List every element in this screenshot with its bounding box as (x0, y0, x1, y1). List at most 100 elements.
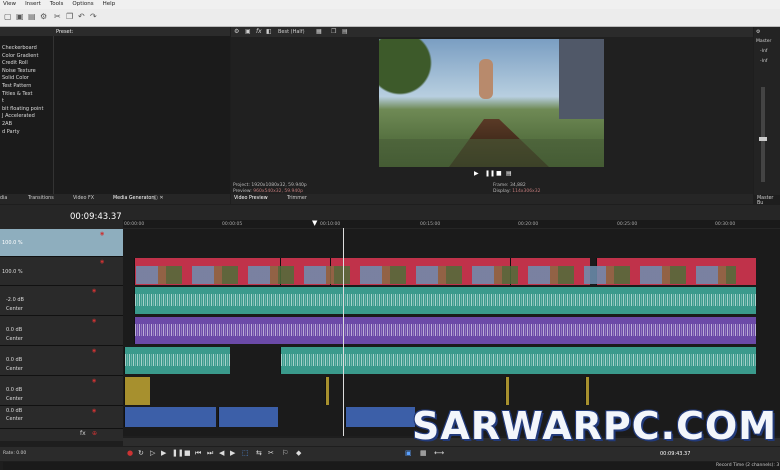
track-header-audio-4[interactable]: 0.0 dB Center ◉ (0, 376, 123, 406)
track-header-audio-5[interactable]: 0.0 dB Center ◉ (0, 406, 123, 429)
track-header-audio-1[interactable]: -2.0 dB Center ◉ (0, 286, 123, 316)
ruler-label: 00:00:00 (124, 222, 145, 227)
list-item[interactable]: Color Gradient (2, 53, 43, 61)
list-item[interactable]: bit floating point (2, 106, 43, 114)
record-button[interactable]: ● (127, 449, 133, 457)
stop-button[interactable]: ■ (184, 449, 191, 457)
play-from-start-button[interactable]: ▷ (150, 449, 155, 457)
loop-button[interactable]: ▤ (506, 170, 512, 177)
track-header-video-2[interactable]: 100.0 % ◉ (0, 257, 123, 286)
ruler-label: 00:20:00 (518, 222, 539, 227)
undo-icon[interactable]: ↶ (78, 12, 85, 21)
panel-header (0, 27, 230, 36)
loop-button[interactable]: ↻ (138, 449, 144, 457)
play-button[interactable]: ▶ (474, 170, 479, 177)
tab-video-preview[interactable]: Video Preview (234, 196, 268, 201)
copy-icon[interactable]: ❐ (66, 12, 73, 21)
play-button[interactable]: ▶ (161, 449, 166, 457)
mute-icon[interactable]: ◉ (92, 378, 96, 384)
list-item[interactable]: 2AB (2, 121, 43, 129)
overlay-icon[interactable]: ▦ (316, 28, 322, 35)
redo-icon[interactable]: ↷ (90, 12, 97, 21)
cut-icon[interactable]: ✂ (54, 12, 61, 21)
menu-view[interactable]: View (3, 0, 16, 9)
audio-clip[interactable] (585, 377, 589, 405)
menu-insert[interactable]: Insert (25, 0, 41, 9)
go-to-start-button[interactable]: ⏮ (195, 449, 201, 458)
quality-dropdown[interactable]: Best (Half) (278, 29, 305, 35)
list-item[interactable]: Noise Texture (2, 68, 43, 76)
playhead-marker-icon[interactable]: ▼ (312, 219, 317, 227)
audio-clip[interactable] (134, 317, 756, 344)
audio-clip[interactable] (325, 377, 329, 405)
track-header-audio-2[interactable]: 0.0 dB Center ◉ (0, 316, 123, 346)
audio-clip[interactable] (124, 377, 150, 405)
audio-clip[interactable] (124, 347, 230, 374)
marker-icon[interactable]: ◆ (296, 449, 301, 457)
fader-handle[interactable] (759, 137, 767, 141)
list-item[interactable]: Checkerboard (2, 45, 43, 53)
video-preview-panel: ⚙ ▣ fx ◧ Best (Half) ▦ ❐ ▤ ▶ ❚❚ ■ ▤ Proj… (231, 27, 753, 195)
lock-icon[interactable]: ⚐ (282, 449, 288, 457)
save-frame-icon[interactable]: ▤ (342, 28, 348, 35)
list-item[interactable]: J Accelerated (2, 113, 43, 121)
fx-icon[interactable]: fx (80, 430, 86, 437)
audio-clip[interactable] (124, 407, 216, 427)
master-level-left: -Inf (760, 49, 768, 54)
fx-icon[interactable]: fx (256, 28, 262, 35)
pause-button[interactable]: ❚❚ (485, 170, 495, 177)
list-item[interactable]: t (2, 98, 43, 106)
menu-options[interactable]: Options (72, 0, 93, 9)
audio-clip[interactable] (134, 287, 756, 314)
tab-transitions[interactable]: Transitions (28, 196, 54, 201)
prev-frame-button[interactable]: ◀ (219, 449, 224, 457)
list-item[interactable]: Test Pattern (2, 83, 43, 91)
track-header-audio-3[interactable]: 0.0 dB Center ◉ (0, 346, 123, 376)
copy-frame-icon[interactable]: ❐ (331, 28, 336, 35)
audio-clip[interactable] (218, 407, 278, 427)
tab-project-media[interactable]: dia (0, 196, 7, 201)
region-icon[interactable]: ⟷ (434, 449, 444, 457)
properties-icon[interactable]: ▤ (28, 12, 36, 21)
mute-icon[interactable]: ◉ (100, 259, 104, 265)
save-icon[interactable]: ▣ (16, 12, 24, 21)
mute-icon[interactable]: ◉ (92, 408, 96, 414)
menu-tools[interactable]: Tools (50, 0, 64, 9)
next-frame-button[interactable]: ▶ (230, 449, 235, 457)
list-item[interactable]: Solid Color (2, 75, 43, 83)
mute-icon[interactable]: ◉ (92, 288, 96, 294)
mute-icon[interactable]: ◉ (92, 318, 96, 324)
preview-tab-strip (231, 194, 753, 204)
audio-clip[interactable] (280, 347, 756, 374)
settings-icon[interactable]: ⚙ (40, 12, 47, 21)
list-item[interactable]: d Party (2, 129, 43, 137)
tab-trimmer[interactable]: Trimmer (287, 196, 307, 201)
go-to-end-button[interactable]: ⏭ (207, 449, 213, 458)
playhead-line[interactable] (343, 228, 344, 436)
normal-edit-tool[interactable]: ⬚ (242, 449, 249, 457)
audio-clip[interactable] (505, 377, 509, 405)
open-icon[interactable]: ▢ (4, 12, 12, 21)
list-item[interactable]: Credit Roll (2, 60, 43, 68)
menu-help[interactable]: Help (103, 0, 116, 9)
master-fader[interactable] (761, 87, 765, 182)
monitor-icon[interactable]: ▣ (245, 28, 251, 35)
mute-icon[interactable]: ◉ (92, 348, 96, 354)
auto-ripple-icon[interactable]: ▣ (405, 449, 412, 457)
split-icon[interactable]: ✂ (268, 449, 274, 457)
close-icon[interactable]: ▢ ✕ (153, 195, 164, 201)
tab-video-fx[interactable]: Video FX (73, 196, 94, 201)
list-item[interactable]: Titles & Text (2, 91, 43, 99)
gear-icon[interactable]: ⚙ (756, 29, 760, 35)
stop-button[interactable]: ■ (496, 170, 502, 177)
audio-clip[interactable] (345, 407, 415, 427)
pause-button[interactable]: ❚❚ (172, 449, 184, 457)
gear-icon[interactable]: ⚙ (234, 28, 239, 35)
mute-icon[interactable]: ◉ (100, 231, 104, 237)
snap-icon[interactable]: ⇆ (256, 449, 262, 457)
grid-icon[interactable]: ▦ (420, 449, 427, 457)
track-header-video-1[interactable]: 100.0 % ◉ (0, 229, 123, 257)
split-icon[interactable]: ◧ (266, 28, 272, 35)
tab-media-generators[interactable]: Media Generators (113, 196, 156, 201)
automation-icon[interactable]: ⊕ (92, 430, 97, 437)
